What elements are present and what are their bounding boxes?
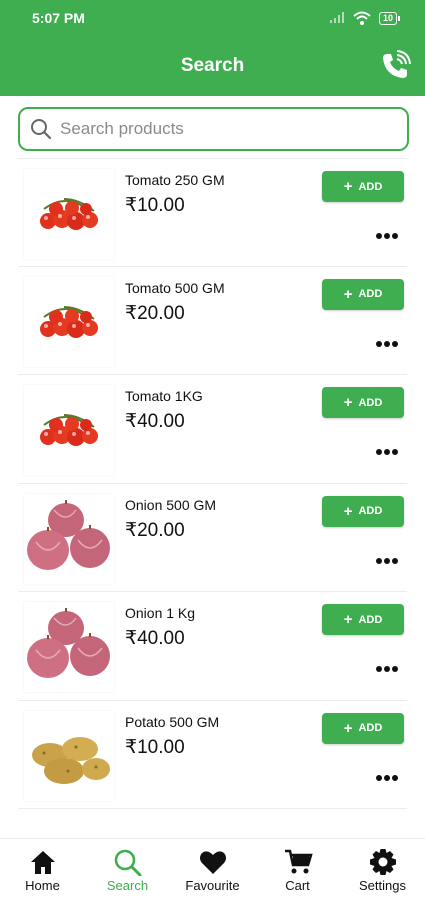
status-time: 5:07 PM <box>32 10 85 26</box>
product-list: Tomato 250 GM ₹10.00 + ADD Tomato 500 GM… <box>0 158 425 809</box>
product-image[interactable] <box>24 276 114 367</box>
product-image[interactable] <box>24 710 114 801</box>
nav-item-home[interactable]: Home <box>0 839 85 900</box>
nav-item-favourite[interactable]: Favourite <box>170 839 255 900</box>
product-name: Tomato 500 GM <box>125 279 225 296</box>
search-icon <box>31 119 52 140</box>
more-options-icon[interactable] <box>375 773 399 783</box>
nav-item-search[interactable]: Search <box>85 839 170 900</box>
phone-call-icon[interactable] <box>379 50 411 82</box>
product-price: ₹40.00 <box>125 628 185 649</box>
add-button-label: ADD <box>358 722 383 734</box>
product-image[interactable] <box>24 385 114 475</box>
add-button-label: ADD <box>358 505 383 517</box>
product-item[interactable]: Onion 1 Kg ₹40.00 + ADD <box>18 592 407 701</box>
cart-icon <box>284 849 313 874</box>
nav-item-settings[interactable]: Settings <box>340 839 425 900</box>
search-icon <box>114 849 141 876</box>
add-to-cart-button[interactable]: + ADD <box>322 171 404 202</box>
signal-icon <box>329 12 344 23</box>
add-to-cart-button[interactable]: + ADD <box>322 604 404 635</box>
product-name: Onion 500 GM <box>125 496 217 513</box>
heart-icon <box>199 851 226 874</box>
home-icon <box>30 851 55 874</box>
search-input[interactable] <box>60 119 380 139</box>
product-price: ₹20.00 <box>125 302 185 324</box>
product-item[interactable]: Potato 500 GM ₹10.00 + ADD <box>18 701 407 809</box>
plus-icon: + <box>343 502 353 520</box>
product-name: Tomato 1KG <box>125 388 203 404</box>
status-icons: 10 <box>329 11 401 25</box>
app-bar: Search <box>0 36 425 96</box>
product-price: ₹10.00 <box>125 736 185 758</box>
add-button-label: ADD <box>358 288 383 300</box>
product-price: ₹40.00 <box>125 411 185 432</box>
gear-icon <box>369 849 396 875</box>
more-options-icon[interactable] <box>375 339 399 349</box>
nav-label: Settings <box>359 878 406 893</box>
status-bar: 5:07 PM 10 <box>0 0 425 36</box>
plus-icon: + <box>343 178 353 195</box>
plus-icon: + <box>343 719 353 737</box>
nav-label: Search <box>106 878 149 893</box>
search-bar[interactable] <box>18 107 409 151</box>
add-button-label: ADD <box>358 613 383 626</box>
add-to-cart-button[interactable]: + ADD <box>322 712 404 744</box>
product-item[interactable]: Tomato 250 GM ₹10.00 + ADD <box>18 158 407 267</box>
product-image[interactable] <box>24 602 114 692</box>
wifi-icon <box>353 11 371 25</box>
product-item[interactable]: Tomato 1KG ₹40.00 + ADD <box>18 375 407 484</box>
product-item[interactable]: Onion 500 GM ₹20.00 + ADD <box>18 484 407 592</box>
product-image[interactable] <box>24 493 114 584</box>
nav-item-cart[interactable]: Cart <box>255 839 340 900</box>
product-name: Tomato 250 GM <box>125 172 225 188</box>
battery-icon: 10 <box>378 11 401 25</box>
plus-icon: + <box>343 611 353 628</box>
add-to-cart-button[interactable]: + ADD <box>322 495 404 527</box>
product-item[interactable]: Tomato 500 GM ₹20.00 + ADD <box>18 267 407 375</box>
add-button-label: ADD <box>358 396 383 409</box>
add-to-cart-button[interactable]: + ADD <box>322 387 404 418</box>
nav-label: Home <box>25 878 60 893</box>
add-to-cart-button[interactable]: + ADD <box>322 278 404 310</box>
nav-label: Cart <box>285 878 310 893</box>
more-options-icon[interactable] <box>375 664 399 674</box>
product-price: ₹20.00 <box>125 519 185 541</box>
more-options-icon[interactable] <box>375 556 399 566</box>
nav-label: Favourite <box>185 878 240 893</box>
product-image[interactable] <box>24 169 114 259</box>
plus-icon: + <box>343 394 353 411</box>
product-name: Potato 500 GM <box>125 713 220 730</box>
product-name: Onion 1 Kg <box>125 605 196 621</box>
plus-icon: + <box>343 285 353 303</box>
product-price: ₹10.00 <box>125 195 185 216</box>
add-button-label: ADD <box>358 180 383 193</box>
more-options-icon[interactable] <box>375 231 399 241</box>
page-title: Search <box>180 55 245 76</box>
bottom-nav: Home Search Favourite Cart Settings <box>0 838 425 900</box>
more-options-icon[interactable] <box>375 447 399 457</box>
